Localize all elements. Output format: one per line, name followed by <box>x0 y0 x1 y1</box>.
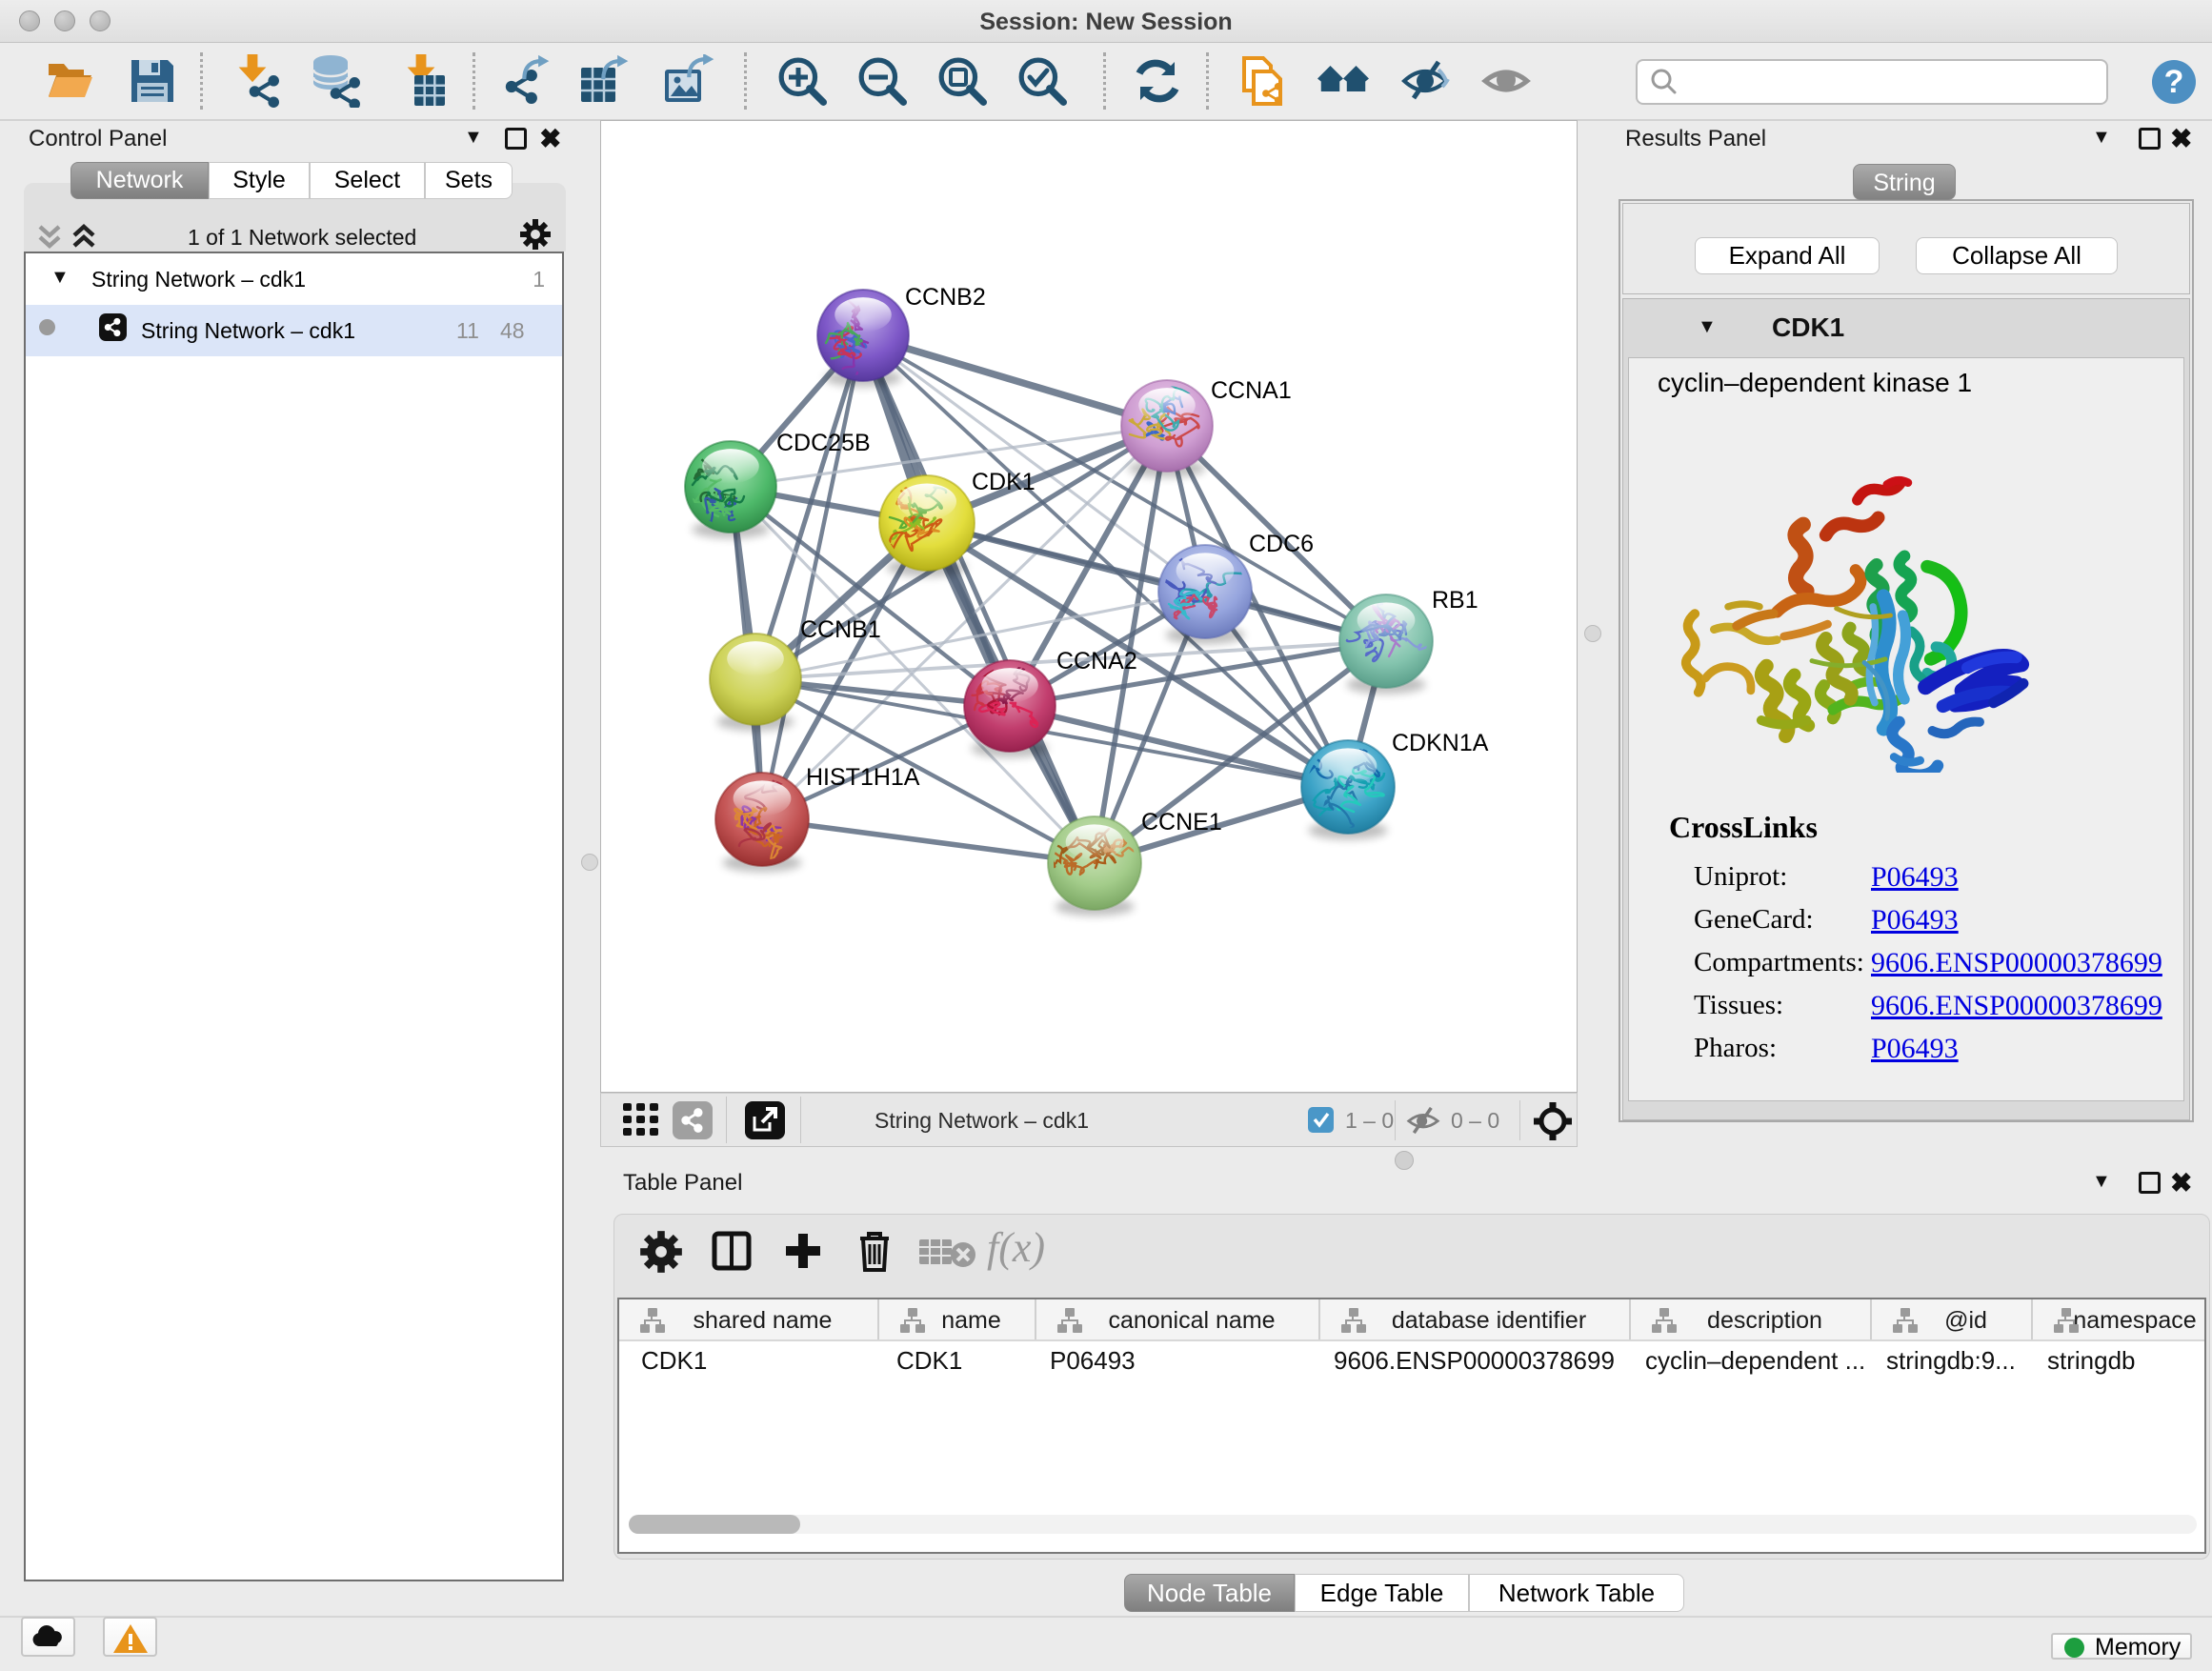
svg-text:CCNE1: CCNE1 <box>1141 809 1222 836</box>
svg-text:CDK1: CDK1 <box>972 469 1036 495</box>
svg-text:CCNB1: CCNB1 <box>800 616 881 643</box>
svg-text:CDKN1A: CDKN1A <box>1392 730 1489 756</box>
svg-text:?: ? <box>2164 64 2184 100</box>
svg-text:HIST1H1A: HIST1H1A <box>806 764 920 791</box>
svg-text:CDC6: CDC6 <box>1249 531 1314 557</box>
svg-text:CCNA2: CCNA2 <box>1056 648 1137 674</box>
svg-text:CCNB2: CCNB2 <box>905 284 986 311</box>
svg-text:CCNA1: CCNA1 <box>1211 377 1292 404</box>
svg-text:RB1: RB1 <box>1432 587 1478 614</box>
svg-text:CDC25B: CDC25B <box>776 430 871 456</box>
